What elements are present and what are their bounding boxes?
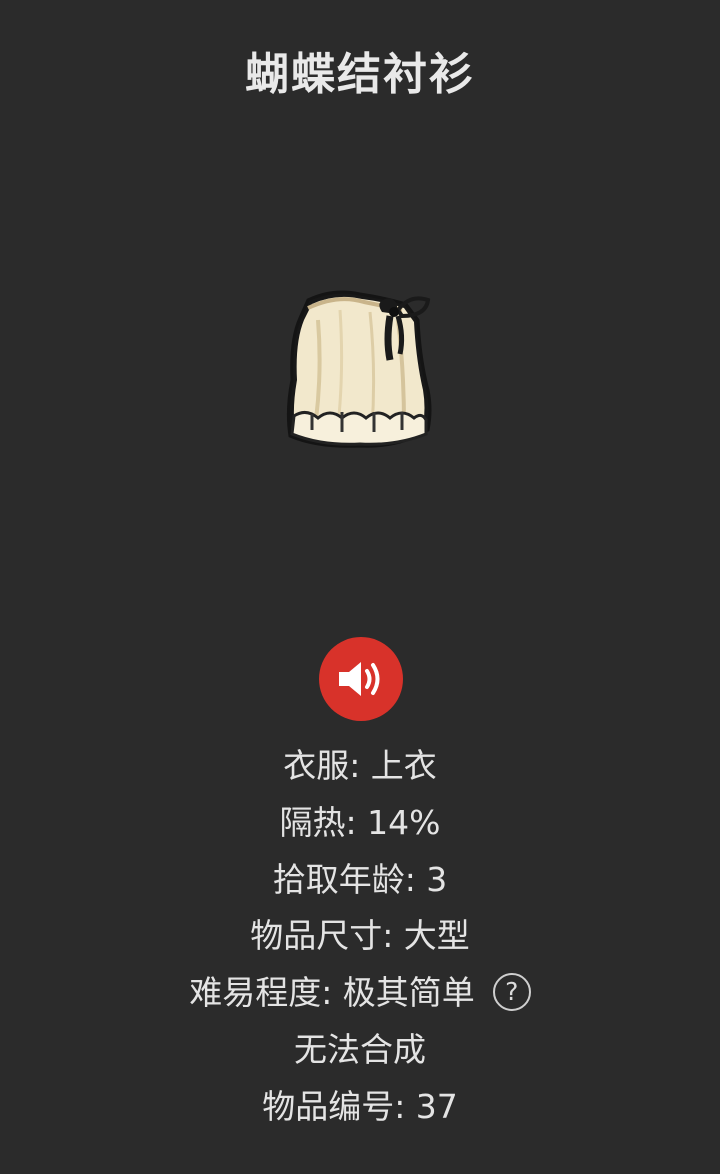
item-size-text: 物品尺寸: 大型	[250, 916, 470, 956]
item-title: 蝴蝶结衬衫	[245, 49, 475, 100]
craft-text: 无法合成	[294, 1029, 426, 1069]
help-icon[interactable]: ?	[492, 972, 531, 1011]
bow-shirt-icon	[278, 280, 442, 456]
difficulty-text: 难易程度: 极其简单	[189, 973, 475, 1013]
difficulty-row: 难易程度: 极其简单?	[0, 965, 720, 1022]
clothing-type-text: 衣服: 上衣	[283, 746, 437, 785]
insulation-text: 隔热: 14%	[279, 802, 441, 842]
play-sound-button[interactable]	[319, 637, 403, 721]
speaker-icon	[333, 656, 389, 702]
item-info: 衣服: 上衣 隔热: 14% 拾取年龄: 3 物品尺寸: 大型 难易程度: 极其…	[0, 738, 720, 1136]
item-id-text: 物品编号: 37	[262, 1086, 458, 1126]
pickup-age-text: 拾取年龄: 3	[272, 859, 448, 899]
